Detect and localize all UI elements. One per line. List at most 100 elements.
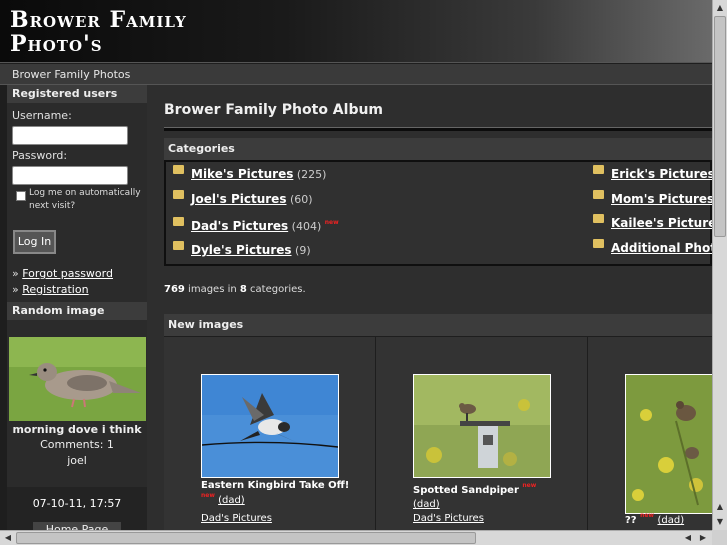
scroll-left-icon[interactable]: ◀ [681,531,695,545]
new-image-user-link[interactable]: (dad) [413,499,440,510]
category-count-total: 8 [239,284,247,295]
random-image-comments: Comments: 1 [40,438,114,451]
new-badge: new [324,219,339,226]
category-count-text: categories. [246,284,306,295]
current-datetime: 07-10-11, 17:57 [32,497,122,510]
new-images-heading: New images [164,314,712,336]
site-logo[interactable]: Brower Family Photo's [10,8,187,56]
sandpiper-photo [414,375,550,477]
scroll-left-icon[interactable]: ◀ [1,531,15,545]
logo-line-2: Photo's [10,31,103,57]
scroll-right-icon[interactable]: ▶ [696,531,710,545]
new-image-user-link[interactable]: (dad) [218,495,245,506]
horizontal-scroll-thumb[interactable] [16,532,476,544]
scroll-up-icon[interactable]: ▲ [713,500,727,514]
category-item: Dyle's Pictures (9) [173,241,311,257]
category-item: Mom's Pictures ( [593,190,712,206]
new-image-thumbnail[interactable] [413,374,551,478]
username-label: Username: [12,109,72,122]
category-link[interactable]: Joel's Pictures [191,192,286,206]
forgot-password-link[interactable]: Forgot password [22,267,113,280]
category-item: Kailee's Pictures [593,214,712,230]
category-link[interactable]: Erick's Pictures [611,167,712,181]
new-image-title: ?? [625,515,637,526]
category-count: (9) [295,244,311,257]
new-image-cell: Eastern Kingbird Take Off! new (dad) Dad… [164,336,376,530]
new-image-title-text: Spotted Sandpiper [413,485,519,496]
image-count-text: images in [184,284,240,295]
scroll-down-icon[interactable]: ▼ [713,515,727,529]
new-badge: new [522,482,537,489]
title-divider [164,127,712,131]
new-image-meta: (dad) [413,499,440,510]
categories-table: Mike's Pictures (225) Joel's Pictures (6… [164,160,712,266]
password-label: Password: [12,149,68,162]
remember-me-label: Log me on automatically next visit? [29,188,141,211]
category-item: Dad's Pictures (404) new [173,217,339,233]
breadcrumb-home-link[interactable]: Brower Family Photos [12,68,130,81]
category-item: Additional Photo [593,239,712,255]
random-image-heading: Random image [7,302,147,320]
new-badge: new [201,492,215,499]
registration-row: » Registration [12,283,89,296]
breadcrumb: Brower Family Photos [0,64,712,85]
category-link[interactable]: Kailee's Pictures [611,216,712,230]
folder-icon [173,241,184,250]
horizontal-scrollbar[interactable]: ◀ ◀ ▶ [0,530,712,545]
category-link[interactable]: Mom's Pictures [611,192,712,206]
category-link[interactable]: Additional Photo [611,241,712,255]
image-count-summary: 769 images in 8 categories. [164,284,306,295]
vertical-scroll-thumb[interactable] [714,16,726,237]
new-image-title: Spotted Sandpiper new [413,482,537,496]
sidebar: Registered users Username: Password: Log… [7,85,147,530]
registration-link[interactable]: Registration [22,283,88,296]
new-image-thumbnail[interactable] [625,374,712,514]
new-image-meta: new (dad) [201,492,245,506]
random-image-thumbnail[interactable] [9,337,146,421]
page-viewport: Brower Family Photo's Brower Family Phot… [0,0,712,530]
category-count: (60) [289,193,313,206]
password-input[interactable] [12,166,128,185]
folder-icon [593,214,604,223]
vertical-scrollbar[interactable]: ▲ ▲ ▼ [712,0,727,530]
new-image-title: Eastern Kingbird Take Off! [201,480,350,491]
folder-icon [173,217,184,226]
category-link[interactable]: Dyle's Pictures [191,243,292,257]
new-image-category-row: Dad's Pictures [413,513,484,524]
username-input[interactable] [12,126,128,145]
category-item: Erick's Pictures (2 [593,165,712,181]
category-link[interactable]: Mike's Pictures [191,167,293,181]
home-page-button[interactable]: Home Page [33,522,121,530]
forgot-password-row: » Forgot password [12,267,113,280]
new-image-thumbnail[interactable] [201,374,339,478]
folder-icon [173,165,184,174]
logo-line-1: Brower Family [10,7,187,33]
category-link[interactable]: Dad's Pictures [191,219,288,233]
folder-icon [593,165,604,174]
new-images-grid: Eastern Kingbird Take Off! new (dad) Dad… [164,336,712,530]
page-title: Brower Family Photo Album [164,102,384,118]
category-count: (225) [296,168,327,181]
categories-heading: Categories [164,138,712,160]
new-image-user-link[interactable]: (dad) [657,515,684,526]
new-image-category-row: Dad's Pictures [201,513,272,524]
new-image-category-link[interactable]: Dad's Pictures [201,513,272,524]
link-bullet: » [12,267,19,280]
finch-photo [626,375,712,513]
category-item: Joel's Pictures (60) [173,190,313,206]
scroll-up-icon[interactable]: ▲ [713,1,727,15]
random-image-user: joel [67,454,87,467]
category-count: (404) [291,220,322,233]
login-button[interactable]: Log In [13,230,56,254]
remember-me-checkbox[interactable] [16,191,26,201]
registered-users-heading: Registered users [7,85,147,103]
kingbird-photo [202,375,338,477]
new-image-cell: Spotted Sandpiper new (dad) Dad's Pictur… [376,336,588,530]
random-image-caption: morning dove i think [12,423,142,436]
image-count: 769 [164,284,185,295]
new-image-meta: ?? new (dad) [625,512,684,526]
scrollbar-corner [712,530,727,545]
link-bullet: » [12,283,19,296]
new-image-category-link[interactable]: Dad's Pictures [413,513,484,524]
category-item: Mike's Pictures (225) [173,165,327,181]
